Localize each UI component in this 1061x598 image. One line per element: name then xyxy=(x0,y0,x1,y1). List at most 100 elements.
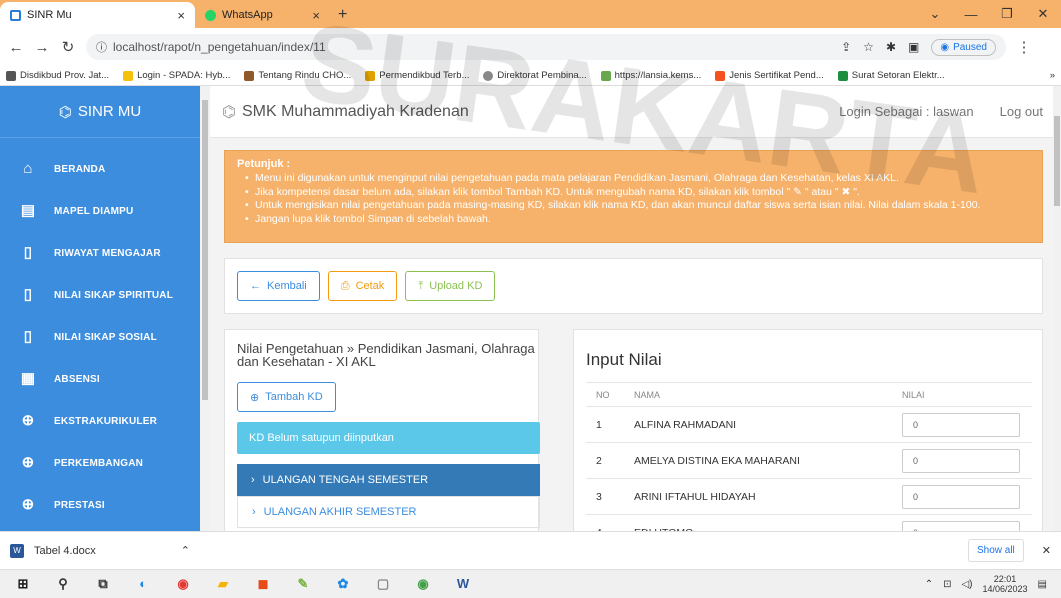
nilai-input[interactable]: 0 xyxy=(902,520,1020,531)
upload-kd-button[interactable]: ⤒ Upload KD xyxy=(405,271,496,301)
nilai-input[interactable]: 0 xyxy=(902,412,1020,437)
word-icon[interactable]: W xyxy=(454,575,472,593)
bookmark-item[interactable]: Permendikbud Terb... xyxy=(365,70,469,81)
notification-icon[interactable]: ▤ xyxy=(1038,579,1047,590)
sidebar-item-nilai-sikap-spiritual[interactable]: ▯ NILAI SIKAP SPIRITUAL xyxy=(0,274,200,316)
search-icon[interactable]: ⚲ xyxy=(54,575,72,593)
tab-whatsapp[interactable]: WhatsApp × xyxy=(195,2,330,28)
tab-close-icon[interactable]: × xyxy=(312,8,320,23)
table-row: 2 AMELYA DISTINA EKA MAHARANI 0 xyxy=(586,442,1032,479)
bookmark-item[interactable]: Disdikbud Prov. Jat... xyxy=(6,70,109,81)
edge-icon[interactable]: ◐ xyxy=(134,575,152,593)
bookmark-item[interactable]: https://lansia.kems... xyxy=(600,70,701,81)
logout-link[interactable]: Log out xyxy=(1000,104,1043,119)
page-header: ⌬ SMK Muhammadiyah Kradenan Login Sebaga… xyxy=(210,86,1055,138)
paint-icon[interactable]: ✎ xyxy=(294,575,312,593)
back-icon[interactable]: ← xyxy=(8,39,24,56)
windows-start-icon[interactable]: ⊞ xyxy=(14,575,32,593)
tab-close-icon[interactable]: × xyxy=(177,8,185,23)
bookmark-star-icon[interactable]: ☆ xyxy=(863,40,874,54)
tray-network-icon[interactable]: ⊡ xyxy=(943,579,951,590)
show-all-button[interactable]: Show all xyxy=(967,539,1024,562)
reload-icon[interactable]: ↻ xyxy=(60,38,76,56)
sidebar-item-beranda[interactable]: ⌂ BERANDA xyxy=(0,148,200,190)
input-nilai-panel: Input Nilai NO NAMA NILAI 1 ALFINA RAHMA… xyxy=(573,329,1043,531)
kembali-button[interactable]: ← Kembali xyxy=(237,271,320,301)
input-nilai-title: Input Nilai xyxy=(586,350,662,369)
chrome-icon[interactable]: ◉ xyxy=(174,575,192,593)
bookmarks-more-icon[interactable]: » xyxy=(1050,70,1055,81)
tray-chevron-icon[interactable]: ⌃ xyxy=(925,579,933,590)
bookmark-item[interactable]: Login - SPADA: Hyb... xyxy=(123,70,230,81)
extensions-icon[interactable]: ✱ xyxy=(886,40,896,54)
share-icon[interactable]: ⇪ xyxy=(841,40,851,54)
sidepanel-icon[interactable]: ▣ xyxy=(908,40,919,54)
file-icon: ▯ xyxy=(23,244,33,261)
tab-sinr-mu[interactable]: SINR Mu × xyxy=(0,2,195,28)
download-item[interactable]: W Tabel 4.docx ⌃ xyxy=(10,543,190,558)
minimize-button[interactable]: — xyxy=(953,7,989,22)
task-view-icon[interactable]: ⧉ xyxy=(94,575,112,593)
restore-button[interactable]: ❐ xyxy=(989,6,1025,22)
kd-item-uas[interactable]: › ULANGAN AKHIR SEMESTER xyxy=(237,496,540,528)
clock-time: 22:01 xyxy=(993,574,1017,584)
brand-label: SINR MU xyxy=(77,103,142,120)
nilai-table: NO NAMA NILAI 1 ALFINA RAHMADANI 0 2 AME… xyxy=(586,382,1032,531)
profile-icon: ◉ xyxy=(940,41,950,53)
menu-kebab-icon[interactable]: ⋮ xyxy=(1016,38,1032,56)
tab-search-icon[interactable]: ⌄ xyxy=(917,6,953,22)
row-nilai-cell: 0 xyxy=(892,514,1032,531)
app-icon[interactable]: ◼ xyxy=(254,575,272,593)
sidebar-item-nilai-sikap-sosial[interactable]: ▯ NILAI SIKAP SOSIAL xyxy=(0,316,200,358)
profile-paused-button[interactable]: ◉ Paused xyxy=(931,38,996,56)
row-no: 1 xyxy=(586,406,624,443)
close-download-bar-icon[interactable]: ✕ xyxy=(1042,544,1051,557)
sidebar-item-label: ABSENSI xyxy=(54,373,100,385)
kembali-label: Kembali xyxy=(267,280,307,292)
bookmark-item[interactable]: Direktorat Pembina... xyxy=(483,70,587,81)
sidebar-item-riwayat-mengajar[interactable]: ▯ RIWAYAT MENGAJAR xyxy=(0,232,200,274)
column-header: NAMA xyxy=(624,382,892,407)
sidebar-item-prestasi[interactable]: ⊕ PRESTASI xyxy=(0,484,200,526)
sidebar-brand[interactable]: ⌬ SINR MU xyxy=(0,86,200,138)
bookmark-item[interactable]: Tentang Rindu CHO... xyxy=(244,70,351,81)
sidebar: ⌬ SINR MU ⌂ BERANDA ▤ MAPEL DIAMPU ▯ RIWAYA… xyxy=(0,86,200,531)
cetak-label: Cetak xyxy=(355,280,385,292)
instruction-line: Menu ini digunakan untuk menginput nilai… xyxy=(245,172,1030,186)
sidebar-item-absensi[interactable]: ▦ ABSENSI xyxy=(0,358,200,400)
row-nilai-cell: 0 xyxy=(892,478,1032,515)
close-window-button[interactable]: ✕ xyxy=(1025,6,1061,22)
kd-item-uts[interactable]: › ULANGAN TENGAH SEMESTER xyxy=(237,464,540,496)
globe-icon: ⊕ xyxy=(21,412,35,429)
notepad-icon[interactable]: ▢ xyxy=(374,575,392,593)
chrome-profile-icon[interactable]: ◉ xyxy=(414,575,432,593)
bookmark-item[interactable]: Surat Setoran Elektr... xyxy=(837,70,945,81)
bookmark-item[interactable]: Jenis Sertifikat Pend... xyxy=(715,70,824,81)
sidebar-item-mapel-diampu[interactable]: ▤ MAPEL DIAMPU xyxy=(0,190,200,232)
cetak-button[interactable]: ⎙ Cetak xyxy=(327,271,398,301)
chevron-up-icon[interactable]: ⌃ xyxy=(181,544,190,557)
sidebar-item-perkembangan[interactable]: ⊕ PERKEMBANGAN xyxy=(0,442,200,484)
table-row: 4 EDI UTOMO 0 xyxy=(586,514,1032,531)
new-tab-button[interactable]: + xyxy=(330,2,355,28)
main-scrollbar[interactable] xyxy=(1053,86,1061,531)
sidebar-scroll-thumb[interactable] xyxy=(202,100,208,400)
tambah-kd-button[interactable]: ⊕ Tambah KD xyxy=(237,382,336,412)
download-bar: W Tabel 4.docx ⌃ Show all ✕ xyxy=(0,531,1061,569)
row-nama: ALFINA RAHMADANI xyxy=(624,406,892,443)
windows-taskbar: ⊞ ⚲ ⧉ ◐ ◉ ▰ ◼ ✎ ✿ ▢ ◉ W ⌃ ⊡ ◁) 22:01 14/… xyxy=(0,569,1061,598)
main-scroll-thumb[interactable] xyxy=(1054,116,1060,206)
file-explorer-icon[interactable]: ▰ xyxy=(214,575,232,593)
nilai-input[interactable]: 0 xyxy=(902,448,1020,473)
info-icon[interactable]: ⓘ xyxy=(96,39,107,55)
sidebar-item-ekstrakurikuler[interactable]: ⊕ EKSTRAKURIKULER xyxy=(0,400,200,442)
tray-volume-icon[interactable]: ◁) xyxy=(961,579,972,590)
sidebar-scrollbar[interactable] xyxy=(200,86,210,531)
instruction-line: Jangan lupa klik tombol Simpan di sebela… xyxy=(245,213,1030,227)
address-bar[interactable]: ⓘ localhost/rapot/n_pengetahuan/index/11… xyxy=(86,34,1006,60)
clock[interactable]: 22:01 14/06/2023 xyxy=(983,574,1028,594)
forward-icon[interactable]: → xyxy=(34,39,50,56)
app-icon[interactable]: ✿ xyxy=(334,575,352,593)
arrow-left-icon: ← xyxy=(250,280,261,292)
nilai-input[interactable]: 0 xyxy=(902,484,1020,509)
